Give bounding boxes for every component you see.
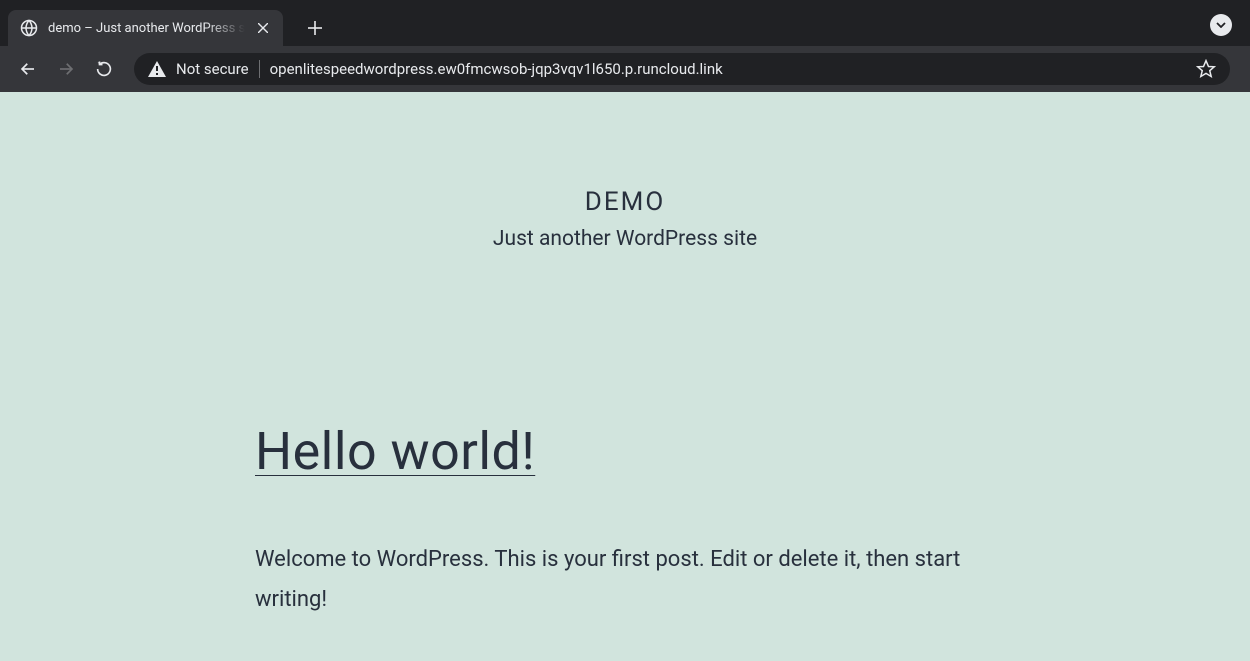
address-bar[interactable]: Not secure openlitespeedwordpress.ew0fmc… [134,53,1230,85]
new-tab-button[interactable] [301,14,329,42]
security-label: Not secure [176,60,249,78]
forward-button[interactable] [50,53,82,85]
site-title-link[interactable]: DEMO [585,187,665,217]
tab-title: demo – Just another WordPress s [48,21,245,36]
post-title: Hello world! [255,421,995,482]
reload-button[interactable] [88,53,120,85]
browser-tab[interactable]: demo – Just another WordPress s [8,10,283,46]
chevron-down-icon[interactable] [1210,14,1232,36]
toolbar: Not secure openlitespeedwordpress.ew0fmc… [0,46,1250,92]
post: Hello world! Welcome to WordPress. This … [235,421,1015,619]
site-title: DEMO [0,187,1250,217]
close-icon[interactable] [255,20,271,36]
browser-chrome: demo – Just another WordPress s [0,0,1250,92]
window-controls [1210,14,1232,36]
tab-bar: demo – Just another WordPress s [0,0,1250,46]
globe-icon [20,19,38,37]
warning-icon [148,61,166,77]
url-text: openlitespeedwordpress.ew0fmcwsob-jqp3vq… [270,60,1186,78]
site-header: DEMO Just another WordPress site [0,92,1250,251]
star-icon[interactable] [1196,59,1216,79]
page-content: DEMO Just another WordPress site Hello w… [0,92,1250,661]
post-title-link[interactable]: Hello world! [255,421,535,482]
post-body: Welcome to WordPress. This is your first… [255,540,995,619]
site-tagline: Just another WordPress site [0,227,1250,251]
back-button[interactable] [12,53,44,85]
separator [259,60,260,78]
